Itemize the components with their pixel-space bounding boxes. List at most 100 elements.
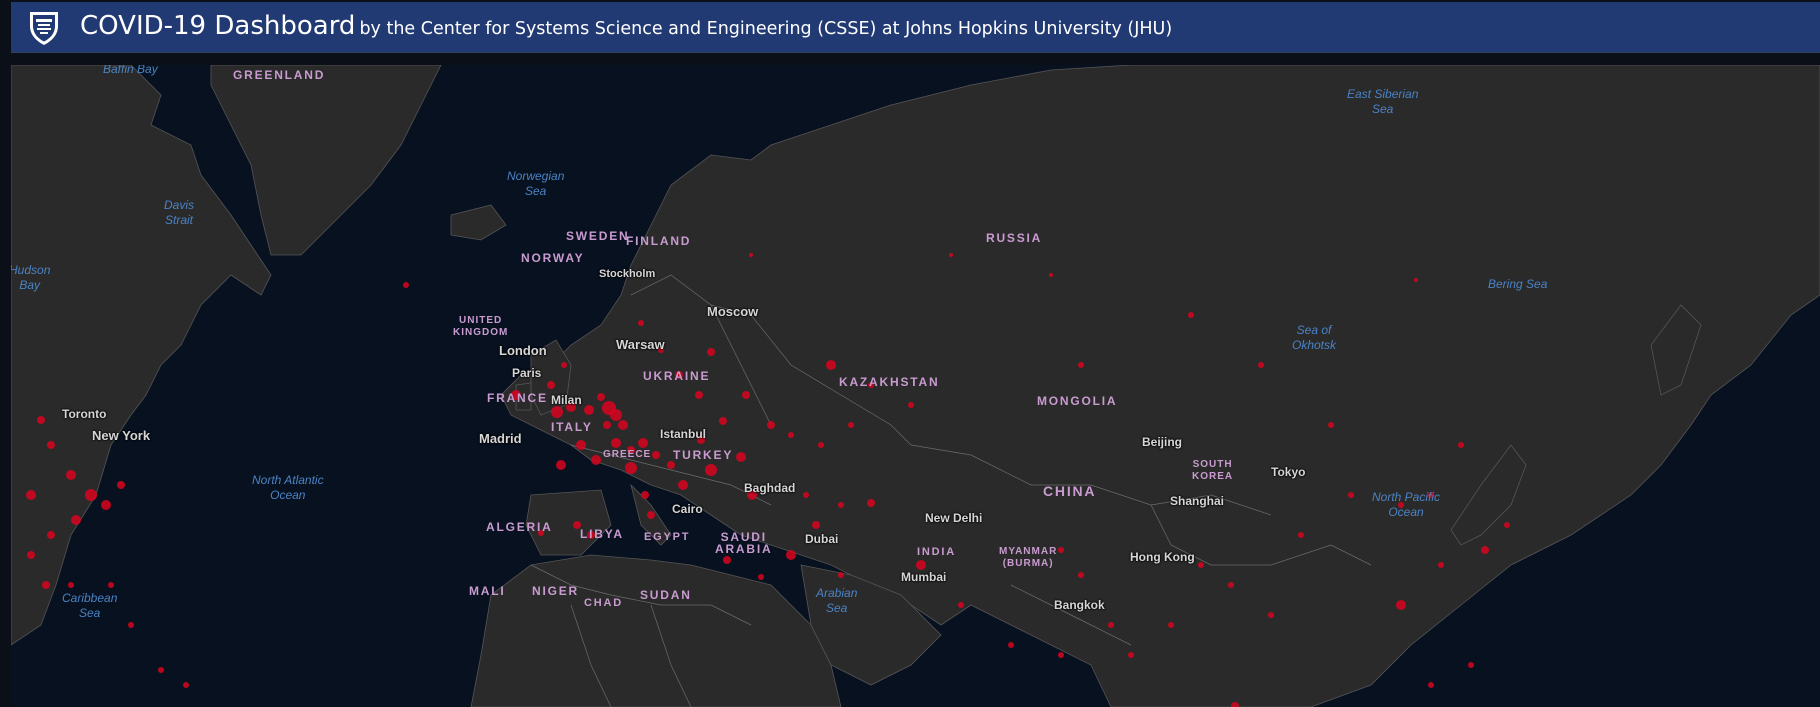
- label-norway: NORWAY: [521, 251, 585, 265]
- case-marker: [786, 550, 796, 560]
- label-madrid: Madrid: [479, 431, 522, 446]
- label-france: FRANCE: [487, 391, 548, 405]
- label-ukraine: UKRAINE: [643, 369, 711, 383]
- label-east-siberian-sea: East Siberian Sea: [1347, 87, 1419, 116]
- label-bering-sea: Bering Sea: [1488, 277, 1548, 291]
- label-finland: FINLAND: [626, 234, 692, 248]
- case-marker: [1058, 547, 1064, 553]
- case-marker: [68, 582, 74, 588]
- label-italy: ITALY: [551, 420, 593, 434]
- label-caribbean-sea: Caribbean Sea: [62, 591, 118, 620]
- label-sweden: SWEDEN: [566, 229, 630, 243]
- case-marker: [695, 391, 703, 399]
- label-sea-of-okhotsk: Sea of Okhotsk: [1292, 323, 1337, 352]
- north-america-land: [11, 65, 272, 646]
- case-marker: [71, 515, 81, 525]
- case-marker: [788, 432, 794, 438]
- case-marker: [551, 406, 563, 418]
- case-marker: [958, 602, 964, 608]
- case-marker: [403, 282, 409, 288]
- case-marker: [638, 438, 648, 448]
- case-marker: [584, 405, 594, 415]
- label-warsaw: Warsaw: [616, 337, 665, 352]
- case-marker: [652, 451, 660, 459]
- case-marker: [625, 462, 637, 474]
- case-marker: [37, 416, 45, 424]
- case-marker: [949, 253, 953, 257]
- label-beijing: Beijing: [1142, 435, 1183, 449]
- case-marker: [838, 502, 844, 508]
- case-marker: [678, 480, 688, 490]
- label-north-atlantic: North Atlantic Ocean: [252, 473, 324, 502]
- case-marker: [576, 440, 586, 450]
- case-marker: [1228, 582, 1234, 588]
- label-bangkok: Bangkok: [1054, 598, 1105, 612]
- case-marker: [1078, 572, 1084, 578]
- label-greenland: GREENLAND: [233, 68, 326, 82]
- case-marker: [547, 381, 555, 389]
- label-baghdad: Baghdad: [744, 481, 796, 495]
- subtitle-text: by the Center for Systems Science and En…: [359, 19, 1173, 39]
- label-tokyo: Tokyo: [1271, 465, 1306, 479]
- case-marker: [1504, 522, 1510, 528]
- case-marker: [1348, 492, 1354, 498]
- label-new-delhi: New Delhi: [925, 511, 983, 525]
- title-text: COVID-19 Dashboard: [80, 11, 356, 41]
- label-niger: NIGER: [532, 584, 580, 598]
- label-dubai: Dubai: [805, 532, 839, 546]
- world-map[interactable]: GREENLAND SWEDEN FINLAND NORWAY RUSSIA U…: [11, 65, 1820, 707]
- case-marker: [85, 489, 97, 501]
- case-marker: [647, 511, 655, 519]
- label-milan: Milan: [551, 393, 582, 407]
- case-marker: [66, 470, 76, 480]
- label-norwegian-sea: Norwegian Sea: [507, 169, 565, 198]
- case-marker: [1481, 546, 1489, 554]
- dashboard-title: COVID-19 Dashboard by the Center for Syst…: [80, 11, 1172, 41]
- case-marker: [736, 452, 746, 462]
- case-marker: [1396, 600, 1406, 610]
- case-marker: [1049, 273, 1053, 277]
- label-mongolia: MONGOLIA: [1037, 394, 1118, 408]
- case-marker: [158, 667, 164, 673]
- case-marker: [803, 492, 809, 498]
- case-marker: [758, 574, 764, 580]
- label-hong-kong: Hong Kong: [1130, 550, 1195, 564]
- case-marker: [108, 582, 114, 588]
- case-marker: [848, 422, 854, 428]
- case-marker: [1188, 312, 1194, 318]
- label-turkey: TURKEY: [673, 448, 734, 462]
- case-marker: [1168, 622, 1174, 628]
- case-marker: [719, 417, 727, 425]
- jhu-shield-logo: [28, 10, 60, 46]
- case-marker: [47, 441, 55, 449]
- label-new-york: New York: [92, 428, 151, 443]
- label-baffin-bay: Baffin Bay: [103, 65, 158, 76]
- case-marker: [1198, 562, 1204, 568]
- case-marker: [597, 393, 605, 401]
- case-marker: [705, 464, 717, 476]
- case-marker: [1298, 532, 1304, 538]
- label-london: London: [499, 343, 547, 358]
- case-marker: [618, 420, 628, 430]
- case-marker: [812, 521, 820, 529]
- case-marker: [1328, 422, 1334, 428]
- case-marker: [742, 391, 750, 399]
- label-greece: GREECE: [603, 449, 652, 460]
- case-marker: [183, 682, 189, 688]
- label-sudan: SUDAN: [640, 588, 692, 602]
- case-marker: [1268, 612, 1274, 618]
- case-marker: [707, 348, 715, 356]
- label-south-korea: SOUTH KOREA: [1192, 459, 1234, 482]
- case-marker: [610, 409, 622, 421]
- greenland-land: [210, 65, 442, 256]
- label-china: CHINA: [1043, 483, 1097, 499]
- case-marker: [26, 490, 36, 500]
- label-toronto: Toronto: [62, 407, 107, 421]
- case-marker: [638, 320, 644, 326]
- case-marker: [47, 531, 55, 539]
- africa-land: [470, 554, 842, 707]
- case-marker: [1058, 652, 1064, 658]
- case-marker: [723, 556, 731, 564]
- label-libya: LIBYA: [580, 527, 624, 541]
- case-marker: [128, 622, 134, 628]
